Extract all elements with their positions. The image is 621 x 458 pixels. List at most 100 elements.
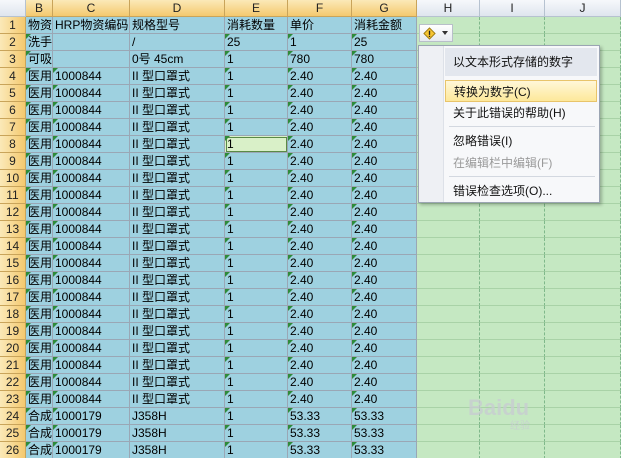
table-cell[interactable]: 1000844 <box>53 85 130 102</box>
empty-cell[interactable] <box>480 272 545 289</box>
table-cell[interactable]: II 型口罩式 <box>130 306 225 323</box>
table-cell[interactable] <box>53 51 130 68</box>
row-header[interactable]: 15 <box>0 255 26 272</box>
row-header[interactable]: 7 <box>0 119 26 136</box>
table-cell[interactable]: II 型口罩式 <box>130 102 225 119</box>
table-cell[interactable]: 1000844 <box>53 340 130 357</box>
table-cell[interactable]: II 型口罩式 <box>130 136 225 153</box>
row-header[interactable]: 21 <box>0 357 26 374</box>
table-cell[interactable]: 1 <box>225 442 288 458</box>
table-cell[interactable]: 合成纤维 <box>26 408 53 425</box>
table-cell[interactable]: 1 <box>225 238 288 255</box>
table-cell[interactable]: 2.40 <box>352 374 417 391</box>
table-cell[interactable]: 医用口罩 <box>26 119 53 136</box>
empty-cell[interactable] <box>417 374 480 391</box>
row-header[interactable]: 22 <box>0 374 26 391</box>
table-cell[interactable]: II 型口罩式 <box>130 357 225 374</box>
table-cell[interactable]: 医用口罩 <box>26 272 53 289</box>
menu-item-edit-in-formula-bar[interactable]: 在编辑栏中编辑(F) <box>445 152 597 174</box>
table-cell[interactable]: 医用口罩 <box>26 357 53 374</box>
table-cell[interactable]: 合成纤维 <box>26 425 53 442</box>
table-cell[interactable]: 2.40 <box>352 153 417 170</box>
table-cell[interactable]: 1000844 <box>53 374 130 391</box>
row-header[interactable]: 2 <box>0 34 26 51</box>
table-cell[interactable]: 1000844 <box>53 306 130 323</box>
empty-cell[interactable] <box>480 374 545 391</box>
table-cell[interactable]: 医用口罩 <box>26 221 53 238</box>
table-cell[interactable]: 医用口罩 <box>26 289 53 306</box>
table-cell[interactable]: 2.40 <box>352 340 417 357</box>
empty-cell[interactable] <box>480 340 545 357</box>
table-cell[interactable]: 1 <box>225 391 288 408</box>
table-cell[interactable]: 消耗金额 <box>352 17 417 34</box>
empty-cell[interactable] <box>480 323 545 340</box>
column-header-c[interactable]: C <box>53 0 130 17</box>
table-cell[interactable]: 医用口罩 <box>26 153 53 170</box>
table-cell[interactable]: 1000844 <box>53 323 130 340</box>
table-cell[interactable]: II 型口罩式 <box>130 187 225 204</box>
row-header[interactable]: 9 <box>0 153 26 170</box>
table-cell[interactable]: 2.40 <box>352 119 417 136</box>
table-cell[interactable]: 物资名称 <box>26 17 53 34</box>
table-cell[interactable] <box>53 34 130 51</box>
empty-cell[interactable] <box>417 442 480 458</box>
row-header[interactable]: 20 <box>0 340 26 357</box>
row-header[interactable]: 26 <box>0 442 26 458</box>
row-header[interactable]: 23 <box>0 391 26 408</box>
row-header[interactable]: 4 <box>0 68 26 85</box>
table-cell[interactable]: 53.33 <box>288 408 352 425</box>
table-cell[interactable]: 医用口罩 <box>26 204 53 221</box>
table-cell[interactable]: 2.40 <box>352 306 417 323</box>
empty-cell[interactable] <box>480 255 545 272</box>
table-cell[interactable]: II 型口罩式 <box>130 68 225 85</box>
table-cell[interactable]: 医用口罩 <box>26 323 53 340</box>
table-cell[interactable]: 医用口罩 <box>26 391 53 408</box>
table-cell[interactable]: 1000844 <box>53 357 130 374</box>
table-cell[interactable]: 25 <box>352 34 417 51</box>
empty-cell[interactable] <box>417 272 480 289</box>
row-header[interactable]: 17 <box>0 289 26 306</box>
table-cell[interactable]: 1000844 <box>53 170 130 187</box>
empty-cell[interactable] <box>417 306 480 323</box>
empty-cell[interactable] <box>417 238 480 255</box>
menu-item-convert-to-number[interactable]: 转换为数字(C) <box>445 80 597 102</box>
row-header[interactable]: 24 <box>0 408 26 425</box>
table-cell[interactable]: 2.40 <box>352 289 417 306</box>
table-cell[interactable]: 1 <box>225 272 288 289</box>
empty-cell[interactable] <box>417 204 480 221</box>
table-cell[interactable]: 1000844 <box>53 255 130 272</box>
table-cell[interactable]: 2.40 <box>288 204 352 221</box>
table-cell[interactable]: II 型口罩式 <box>130 272 225 289</box>
empty-cell[interactable] <box>480 238 545 255</box>
table-cell[interactable]: 1 <box>225 102 288 119</box>
table-cell[interactable]: 医用口罩 <box>26 374 53 391</box>
table-cell[interactable]: 2.40 <box>288 85 352 102</box>
table-cell[interactable]: 1 <box>225 408 288 425</box>
table-cell[interactable]: 1000844 <box>53 221 130 238</box>
table-cell[interactable]: II 型口罩式 <box>130 170 225 187</box>
table-cell[interactable]: 1 <box>225 119 288 136</box>
empty-cell[interactable] <box>545 255 621 272</box>
table-cell[interactable]: 1000844 <box>53 391 130 408</box>
table-cell[interactable]: 53.33 <box>352 408 417 425</box>
table-cell[interactable]: 1 <box>225 255 288 272</box>
row-header[interactable]: 1 <box>0 17 26 34</box>
empty-cell[interactable] <box>545 272 621 289</box>
row-header[interactable]: 8 <box>0 136 26 153</box>
table-cell[interactable]: 53.33 <box>352 425 417 442</box>
column-header-i[interactable]: I <box>480 0 545 17</box>
table-cell[interactable]: 1000844 <box>53 272 130 289</box>
empty-cell[interactable] <box>480 306 545 323</box>
row-header[interactable]: 11 <box>0 187 26 204</box>
table-cell[interactable]: 1 <box>225 425 288 442</box>
empty-cell[interactable] <box>545 357 621 374</box>
table-cell[interactable]: 2.40 <box>352 221 417 238</box>
table-cell[interactable]: 1000844 <box>53 68 130 85</box>
table-cell[interactable]: 医用口罩 <box>26 136 53 153</box>
row-header[interactable]: 6 <box>0 102 26 119</box>
column-header-b[interactable]: B <box>26 0 53 17</box>
table-cell[interactable]: 780 <box>352 51 417 68</box>
menu-item-error-help[interactable]: 关于此错误的帮助(H) <box>445 102 597 124</box>
table-cell[interactable]: 医用口罩 <box>26 306 53 323</box>
table-cell[interactable]: 医用口罩 <box>26 68 53 85</box>
